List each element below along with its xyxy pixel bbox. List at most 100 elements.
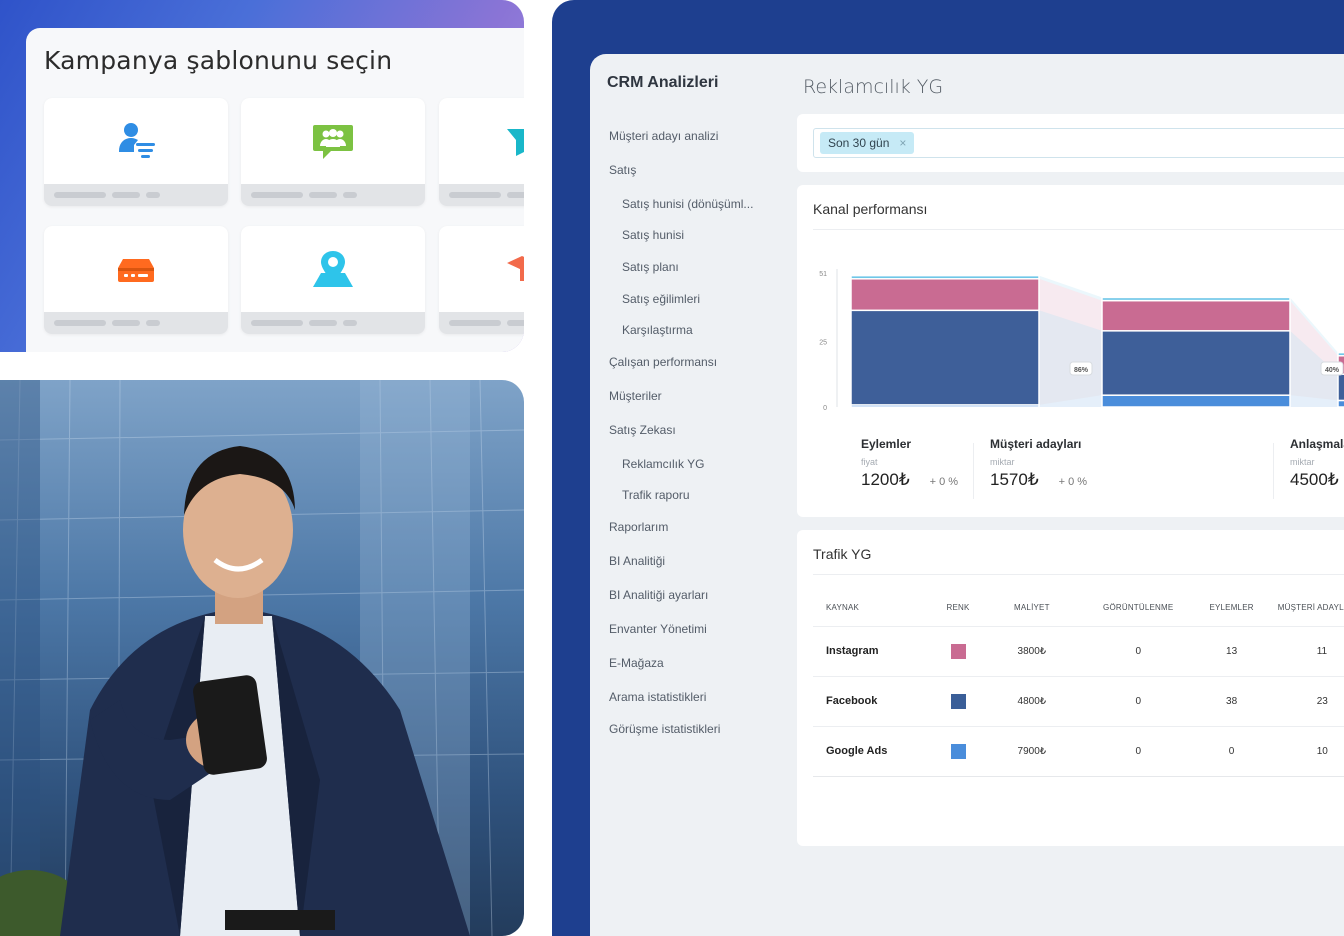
table-row[interactable]: Facebook 4800₺ 0 38 23	[813, 675, 1344, 726]
views-cell: 0	[1067, 725, 1210, 777]
table-row[interactable]: Google Ads 7900₺ 0 0 10	[813, 725, 1344, 777]
page-title: Reklamcılık YG	[803, 76, 944, 98]
sidebar-item[interactable]: Trafik raporu	[622, 488, 690, 502]
column-header[interactable]: EYLEMLER	[1209, 590, 1253, 626]
businessman-photo	[0, 380, 524, 936]
leads-cell: 10	[1253, 725, 1344, 777]
divider	[813, 574, 1344, 575]
sidebar-item[interactable]: Envanter Yönetimi	[609, 622, 707, 636]
sidebar-item[interactable]: Görüşme istatistikleri	[609, 722, 720, 736]
sidebar-item[interactable]: Satış	[609, 163, 636, 177]
sidebar-item[interactable]: Satış planı	[622, 260, 679, 274]
color-cell	[919, 675, 997, 726]
column-header[interactable]: MÜŞTERİ ADAYLARI	[1254, 590, 1344, 626]
column-header[interactable]: RENK	[919, 590, 996, 626]
sidebar-item[interactable]: Raporlarım	[609, 520, 668, 534]
y-tick-label: 25	[819, 339, 827, 346]
column-header[interactable]: MALİYET	[997, 590, 1067, 626]
column-header[interactable]: KAYNAK	[813, 590, 919, 626]
template-tile[interactable]	[44, 98, 228, 206]
color-cell	[919, 725, 997, 777]
filter-chip-label: Son 30 gün	[828, 136, 890, 150]
graduation-cap-icon	[507, 256, 524, 281]
sidebar-item[interactable]: Satış hunisi	[622, 228, 684, 242]
bar-segment	[1337, 399, 1344, 408]
sidebar-item[interactable]: Satış eğilimleri	[622, 292, 700, 306]
actions-cell: 0	[1209, 725, 1254, 777]
bar-segment	[1337, 373, 1344, 402]
column-header[interactable]: GÖRÜNTÜLENME	[1067, 590, 1209, 626]
crm-app-window: CRM Analizleri Müşteri adayı analizi Satı…	[590, 54, 1344, 936]
channel-performance-card: Kanal performansı 0 25 51 86% 40% Eylemler f…	[797, 185, 1344, 517]
chip-close-icon[interactable]: ×	[899, 136, 906, 150]
source-cell: Google Ads	[813, 725, 920, 777]
kpi-actions: Eylemler fiyat 1200₺ + 0 %	[861, 437, 958, 490]
kpi-value: 1200₺	[861, 470, 910, 489]
sidebar-item[interactable]: BI Analitiği	[609, 554, 665, 568]
table-row[interactable]: Instagram 3800₺ 0 13 11	[813, 625, 1344, 676]
kpi-name: Anlaşmalar	[1290, 437, 1344, 451]
bar-segment	[1101, 296, 1291, 302]
color-swatch	[950, 643, 966, 659]
template-tile[interactable]	[241, 98, 425, 206]
sidebar: CRM Analizleri Müşteri adayı analizi Satı…	[590, 54, 780, 936]
actions-cell: 13	[1209, 625, 1254, 676]
kpi-change: + 0 %	[929, 476, 959, 488]
divider	[973, 443, 974, 499]
template-tile[interactable]	[44, 226, 228, 334]
map-pin-icon	[313, 251, 353, 287]
sidebar-item[interactable]: Satış hunisi (dönüşüml...	[622, 197, 753, 211]
cost-cell: 7900₺	[996, 725, 1067, 777]
sidebar-item[interactable]: Satış Zekası	[609, 423, 676, 437]
kpi-change: + 0 %	[1058, 476, 1088, 488]
views-cell: 0	[1067, 625, 1210, 676]
template-picker-title: Kampanya şablonunu seçin	[44, 46, 393, 75]
funnel-icon	[507, 129, 524, 156]
color-cell	[919, 625, 997, 676]
kpi-sub: miktar	[990, 457, 1015, 467]
template-picker-panel: Kampanya şablonunu seçin	[0, 0, 524, 352]
lead-filter-icon	[119, 123, 155, 158]
kpi-value: 4500₺	[1290, 470, 1339, 489]
bar-segment	[850, 278, 1040, 312]
leads-cell: 11	[1253, 625, 1344, 676]
inbox-tray-icon	[118, 259, 154, 282]
sidebar-item[interactable]: Reklamcılık YG	[622, 457, 704, 471]
template-tile[interactable]	[439, 98, 524, 206]
channel-performance-title: Kanal performansı	[813, 201, 928, 217]
sidebar-item[interactable]: Çalışan performansı	[609, 355, 717, 369]
kpi-sub: fiyat	[861, 457, 878, 467]
y-tick-label: 51	[819, 271, 827, 278]
sidebar-item[interactable]: Müşteri adayı analizi	[609, 129, 718, 143]
table-header-row: KAYNAK RENK MALİYET GÖRÜNTÜLENME EYLEMLE…	[813, 590, 1344, 626]
kpi-name: Müşteri adayları	[990, 437, 1082, 451]
kpi-value: 1570₺	[990, 470, 1039, 489]
conversion-label: 40%	[1325, 367, 1340, 374]
template-tile[interactable]	[439, 226, 524, 334]
kpi-name: Eylemler	[861, 437, 912, 451]
divider	[1273, 443, 1274, 499]
bar-segment	[1101, 330, 1291, 396]
sidebar-item[interactable]: Arama istatistikleri	[609, 690, 706, 704]
source-cell: Facebook	[813, 675, 920, 726]
traffic-table: KAYNAK RENK MALİYET GÖRÜNTÜLENME EYLEMLE…	[813, 590, 1344, 777]
sidebar-item[interactable]: Müşteriler	[609, 389, 662, 403]
template-picker-card: Kampanya şablonunu seçin	[26, 28, 524, 352]
sidebar-item[interactable]: BI Analitiği ayarları	[609, 588, 708, 602]
filter-input[interactable]: Son 30 gün ×	[813, 128, 1344, 158]
template-tile[interactable]	[241, 226, 425, 334]
filter-chip[interactable]: Son 30 gün ×	[820, 132, 915, 154]
sidebar-item[interactable]: E-Mağaza	[609, 656, 664, 670]
kpi-leads: Müşteri adayları miktar 1570₺ + 0 %	[990, 437, 1087, 490]
sidebar-item[interactable]: Karşılaştırma	[622, 323, 693, 337]
bar-segment	[1101, 299, 1291, 332]
kpi-sub: miktar	[1290, 457, 1315, 467]
bar-segment	[850, 309, 1040, 406]
crm-app-frame: CRM Analizleri Müşteri adayı analizi Satı…	[552, 0, 1344, 936]
sidebar-title: CRM Analizleri	[607, 74, 719, 91]
color-swatch	[950, 693, 966, 709]
actions-cell: 38	[1209, 675, 1254, 726]
source-cell: Instagram	[813, 625, 920, 676]
views-cell: 0	[1067, 675, 1210, 726]
bar-segment	[1101, 394, 1291, 408]
